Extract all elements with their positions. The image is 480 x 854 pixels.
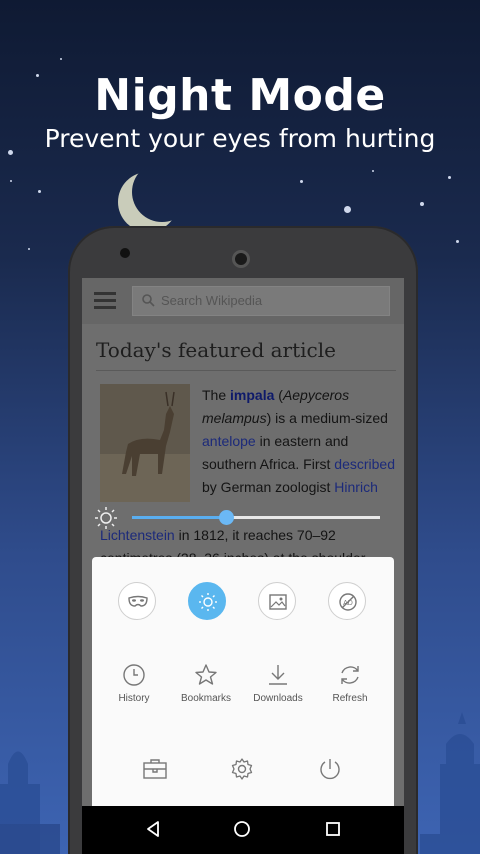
recents-icon[interactable] — [324, 820, 342, 838]
star — [38, 190, 41, 193]
incognito-toggle[interactable] — [118, 582, 156, 620]
menu-refresh-label: Refresh — [332, 693, 368, 704]
article-text: The impala (Aepyceros melampus) is a med… — [202, 387, 395, 495]
back-icon[interactable] — [144, 820, 162, 838]
search-icon — [142, 294, 155, 307]
search-placeholder: Search Wikipedia — [161, 293, 263, 308]
brightness-sun-icon — [95, 507, 117, 529]
no-ads-icon: AD — [339, 593, 357, 611]
brightness-icon — [199, 593, 217, 611]
adblock-toggle[interactable]: AD — [328, 582, 366, 620]
star — [344, 206, 351, 213]
link-impala[interactable]: impala — [230, 387, 274, 403]
hamburger-menu-icon[interactable] — [94, 292, 116, 310]
power-icon[interactable] — [318, 757, 342, 781]
link-antelope[interactable]: antelope — [202, 433, 256, 449]
menu-history[interactable]: History — [94, 663, 174, 704]
svg-text:AD: AD — [343, 600, 353, 607]
star — [300, 180, 303, 183]
download-icon — [269, 665, 287, 685]
browser-menu-panel: AD History Bookmarks Downloads Refresh — [92, 557, 394, 807]
hero-title: Night Mode — [94, 70, 386, 121]
link-hinrich[interactable]: Hinrich — [334, 479, 378, 495]
menu-refresh[interactable]: Refresh — [310, 663, 390, 704]
hero-subtitle: Prevent your eyes from hurting — [44, 124, 436, 153]
toolbox-icon[interactable] — [142, 757, 168, 781]
image-icon — [269, 594, 287, 610]
star — [372, 170, 374, 172]
night-mode-toggle[interactable] — [188, 582, 226, 620]
menu-bookmarks-label: Bookmarks — [180, 693, 231, 704]
star — [448, 176, 451, 179]
star — [420, 202, 424, 206]
brightness-slider[interactable] — [132, 510, 380, 525]
menu-downloads[interactable]: Downloads — [238, 663, 318, 704]
menu-history-label: History — [118, 693, 150, 704]
divider — [96, 370, 396, 371]
star — [60, 58, 62, 60]
star — [10, 180, 12, 182]
home-icon[interactable] — [233, 820, 251, 838]
clock-icon — [123, 664, 145, 686]
impala-image — [100, 384, 190, 502]
image-mode-toggle[interactable] — [258, 582, 296, 620]
search-input[interactable]: Search Wikipedia — [132, 286, 390, 316]
phone-camera — [120, 248, 130, 258]
brightness-slider-fill — [132, 516, 227, 519]
article-heading: Today's featured article — [96, 338, 336, 362]
star-icon — [195, 664, 217, 685]
phone-sensor — [232, 250, 250, 268]
wiki-toolbar: Search Wikipedia — [82, 278, 404, 324]
mask-icon — [128, 595, 148, 607]
android-nav-bar — [82, 806, 404, 854]
star — [28, 248, 30, 250]
link-described[interactable]: described — [334, 456, 395, 472]
menu-downloads-label: Downloads — [253, 693, 303, 704]
star — [456, 240, 459, 243]
refresh-icon — [341, 666, 359, 684]
gear-icon[interactable] — [230, 757, 254, 781]
menu-bookmarks[interactable]: Bookmarks — [166, 663, 246, 704]
